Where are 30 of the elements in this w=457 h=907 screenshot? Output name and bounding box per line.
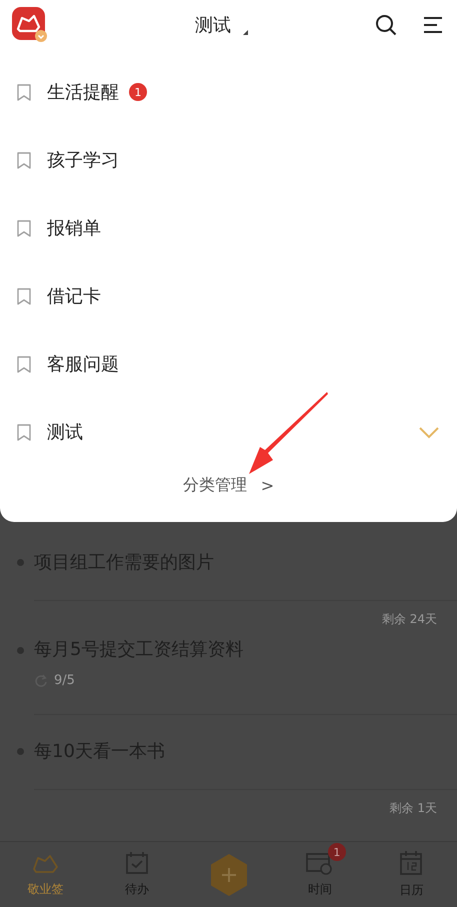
chevron-right-icon[interactable]: >: [260, 476, 274, 494]
category-name[interactable]: 客服问题: [47, 352, 119, 376]
bullet-dot: [17, 748, 24, 755]
bullet-dot: [17, 559, 24, 566]
repeat-count: 9/5: [54, 673, 75, 688]
days-remaining: 剩余 1天: [388, 800, 437, 817]
bookmark-icon: [17, 84, 31, 100]
search-icon[interactable]: [375, 14, 397, 36]
category-name[interactable]: 测试: [47, 420, 83, 444]
category-manage-link[interactable]: 分类管理: [182, 474, 247, 496]
bookmark-icon: [17, 424, 31, 440]
bullet-dot: [17, 647, 24, 654]
category-name[interactable]: 借记卡: [47, 284, 101, 308]
category-name[interactable]: 孩子学习: [47, 148, 119, 172]
menu-icon[interactable]: [423, 16, 443, 34]
bookmark-icon: [17, 220, 31, 236]
bookmark-icon: [17, 356, 31, 372]
header-title[interactable]: 测试: [195, 13, 231, 37]
count-badge: 1: [129, 83, 147, 101]
bookmark-icon: [17, 288, 31, 304]
calendar-check-icon: [125, 851, 150, 875]
dropdown-triangle-icon[interactable]: [243, 30, 248, 34]
days-remaining: 剩余 24天: [380, 611, 437, 628]
app-logo-icon[interactable]: [12, 7, 48, 43]
notification-badge: 1: [328, 843, 346, 861]
bookmark-icon: [17, 152, 31, 168]
calendar-clock-icon: [306, 851, 334, 875]
calendar-icon: [399, 850, 424, 876]
category-name[interactable]: 报销单: [47, 216, 101, 240]
category-name[interactable]: 生活提醒: [47, 80, 119, 104]
